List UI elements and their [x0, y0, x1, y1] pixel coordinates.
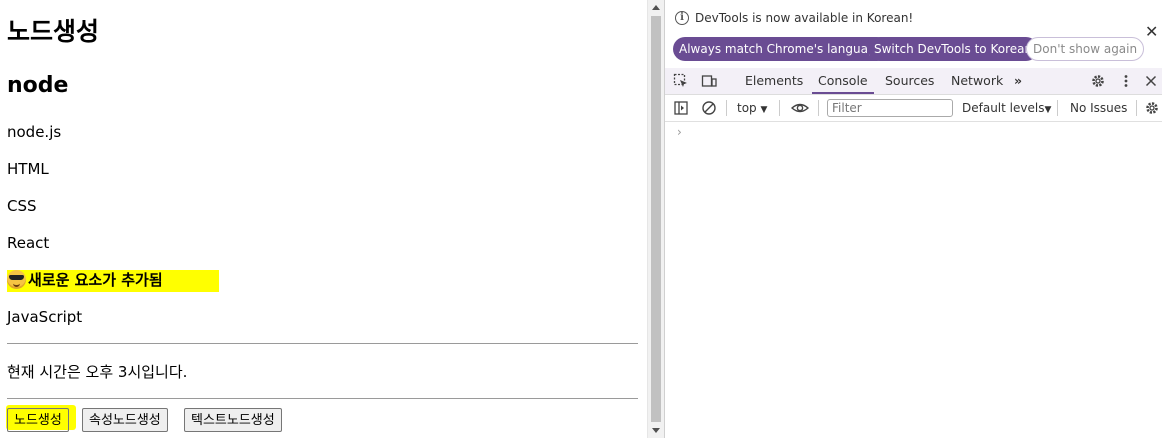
sunglasses-emoji-icon: [7, 270, 26, 289]
list-item: node.js: [7, 123, 62, 141]
console-prompt-chevron-icon[interactable]: ›: [677, 125, 682, 139]
close-devtools-icon[interactable]: [1143, 73, 1159, 89]
list-item: React: [7, 234, 50, 252]
console-settings-gear-icon[interactable]: [1144, 100, 1160, 116]
live-expression-eye-icon[interactable]: [791, 100, 809, 116]
switch-to-korean-button[interactable]: Switch DevTools to Korean: [868, 37, 1039, 61]
list-item: HTML: [7, 160, 49, 178]
separator: [779, 100, 780, 116]
context-label: top: [737, 101, 757, 115]
web-page: 노드생성 node node.js HTML CSS React 새로운 요소가…: [0, 0, 647, 438]
infobar-message: DevTools is now available in Korean!: [695, 11, 914, 25]
tab-network[interactable]: Network: [951, 68, 1003, 94]
more-options-icon[interactable]: [1118, 73, 1134, 89]
issues-counter[interactable]: No Issues: [1070, 100, 1127, 116]
list-item: JavaScript: [7, 308, 83, 326]
divider: [7, 398, 638, 399]
create-node-button[interactable]: 노드생성: [7, 408, 69, 432]
device-toolbar-icon[interactable]: [701, 73, 717, 89]
tab-elements[interactable]: Elements: [745, 68, 803, 94]
settings-gear-icon[interactable]: [1090, 73, 1106, 89]
context-selector[interactable]: top ▼: [737, 100, 767, 118]
page-heading-1: 노드생성: [7, 17, 100, 46]
dont-show-again-button[interactable]: Don't show again: [1026, 37, 1145, 61]
page-scrollbar[interactable]: [647, 0, 664, 438]
scroll-down-arrow-icon[interactable]: [652, 428, 660, 433]
inspect-element-icon[interactable]: [673, 73, 689, 89]
more-tabs-chevron-icon[interactable]: »: [1014, 68, 1022, 94]
separator: [1057, 100, 1058, 116]
separator: [818, 100, 819, 116]
divider: [7, 343, 638, 344]
new-element-item: 새로운 요소가 추가됨: [7, 270, 163, 290]
create-text-node-button[interactable]: 텍스트노드생성: [184, 408, 282, 432]
devtools-panel: i DevTools is now available in Korean! ✕…: [664, 0, 1162, 438]
always-match-language-button[interactable]: Always match Chrome's language: [673, 37, 889, 61]
log-levels-label: Default levels: [962, 101, 1045, 115]
sidebar-toggle-icon[interactable]: [673, 100, 689, 116]
log-levels-dropdown[interactable]: Default levels▼: [962, 100, 1051, 118]
page-heading-2: node: [7, 73, 69, 98]
console-toolbar: top ▼ Default levels▼ No Issues: [665, 95, 1162, 122]
separator: [726, 100, 727, 116]
tab-sources[interactable]: Sources: [885, 68, 934, 94]
clear-console-icon[interactable]: [701, 100, 717, 116]
scrollbar-thumb[interactable]: [651, 16, 661, 422]
create-attribute-node-button[interactable]: 속성노드생성: [82, 408, 168, 432]
separator: [1136, 100, 1137, 116]
info-icon: i: [675, 11, 689, 25]
console-filter-input[interactable]: [827, 99, 953, 117]
dropdown-arrow-icon: ▼: [760, 105, 768, 115]
list-item: CSS: [7, 197, 37, 215]
tab-console[interactable]: Console: [812, 68, 874, 94]
devtools-tabbar: Elements Console Sources Network »: [665, 68, 1162, 95]
new-element-text: 새로운 요소가 추가됨: [28, 271, 163, 289]
language-infobar: i DevTools is now available in Korean! ✕…: [665, 0, 1162, 68]
dropdown-arrow-icon: ▼: [1044, 105, 1052, 115]
time-text: 현재 시간은 오후 3시입니다.: [7, 363, 188, 381]
scroll-up-arrow-icon[interactable]: [652, 5, 660, 10]
close-icon[interactable]: ✕: [1145, 24, 1158, 40]
